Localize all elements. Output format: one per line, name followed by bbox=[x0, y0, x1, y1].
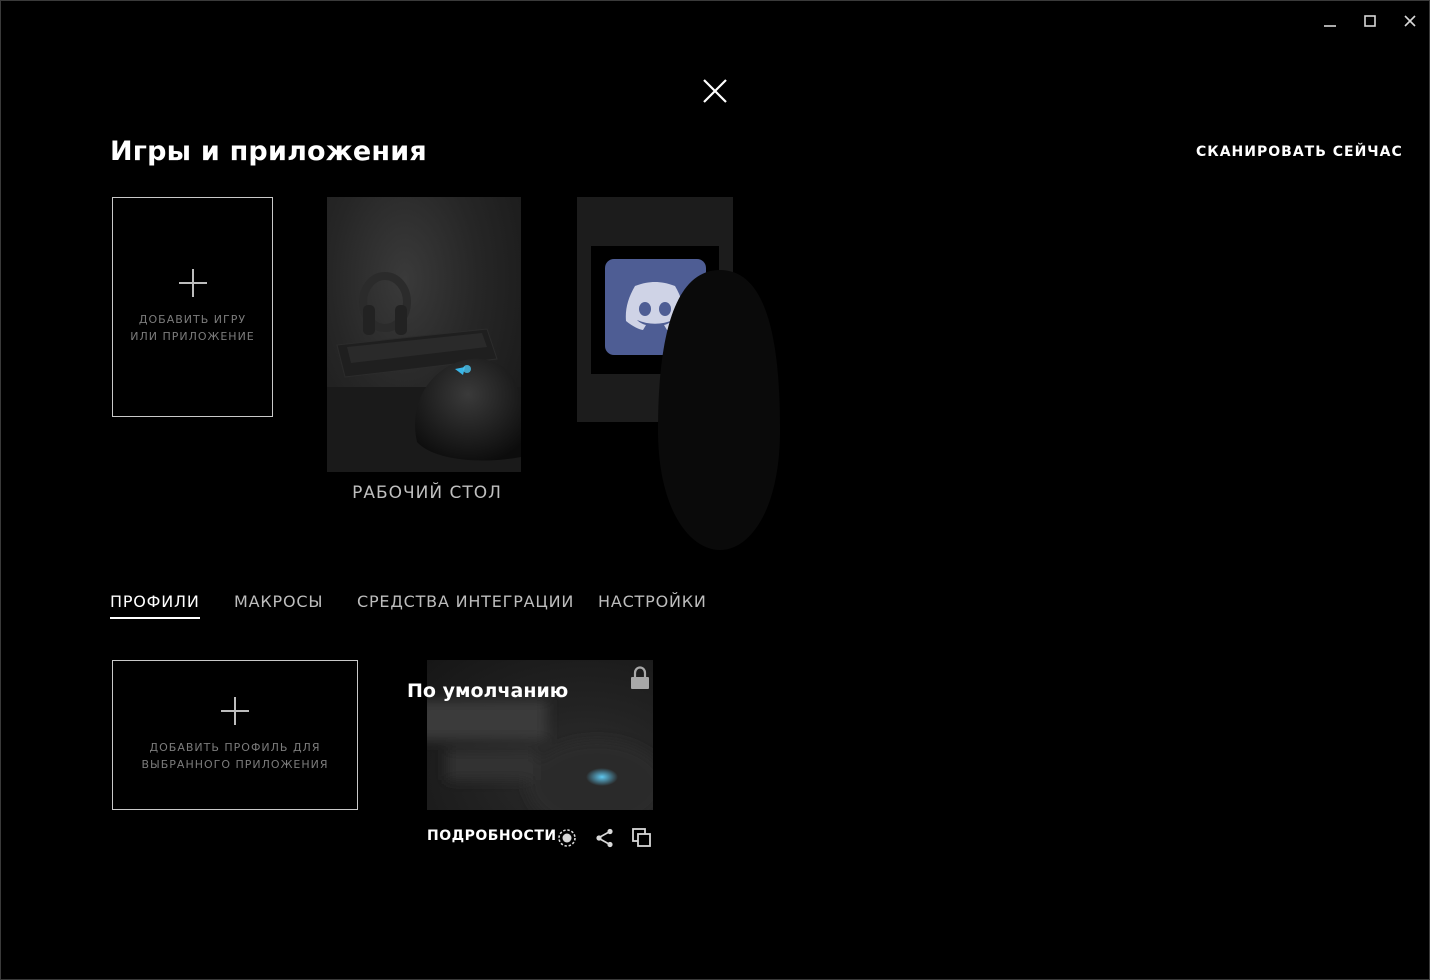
maximize-icon bbox=[1364, 15, 1376, 27]
minimize-icon bbox=[1324, 25, 1336, 27]
close-icon bbox=[1404, 15, 1416, 27]
add-profile-label: ДОБАВИТЬ ПРОФИЛЬ ДЛЯ ВЫБРАННОГО ПРИЛОЖЕН… bbox=[141, 741, 329, 771]
plus-icon bbox=[178, 269, 207, 297]
plus-icon bbox=[221, 697, 249, 725]
persistent-profile-icon[interactable] bbox=[556, 827, 578, 849]
share-icon[interactable] bbox=[594, 827, 616, 849]
page-title: Игры и приложения bbox=[110, 136, 427, 167]
duplicate-icon[interactable] bbox=[631, 827, 653, 849]
lock-icon bbox=[631, 666, 649, 689]
tab-macros[interactable]: МАКРОСЫ bbox=[234, 592, 323, 617]
add-app-label: ДОБАВИТЬ ИГРУ ИЛИ ПРИЛОЖЕНИЕ bbox=[130, 313, 255, 343]
tab-profiles[interactable]: ПРОФИЛИ bbox=[110, 592, 200, 619]
profile-title: По умолчанию bbox=[407, 680, 569, 702]
desktop-mouse-image bbox=[327, 272, 521, 472]
close-x-icon bbox=[703, 79, 727, 103]
tab-integrations[interactable]: СРЕДСТВА ИНТЕГРАЦИИ bbox=[357, 592, 574, 617]
app-tile-desktop[interactable] bbox=[327, 197, 521, 472]
window-close-button[interactable] bbox=[1395, 8, 1425, 34]
window-maximize-button[interactable] bbox=[1355, 8, 1385, 34]
app-tile-desktop-label: РАБОЧИЙ СТОЛ bbox=[352, 483, 502, 503]
background-mouse-watermark bbox=[658, 270, 780, 550]
add-profile-tile[interactable]: ДОБАВИТЬ ПРОФИЛЬ ДЛЯ ВЫБРАННОГО ПРИЛОЖЕН… bbox=[112, 660, 358, 810]
scan-now-button[interactable]: СКАНИРОВАТЬ СЕЙЧАС bbox=[1196, 144, 1403, 160]
window-minimize-button[interactable] bbox=[1315, 8, 1345, 34]
overlay-close-button[interactable] bbox=[698, 74, 732, 108]
add-app-tile[interactable]: ДОБАВИТЬ ИГРУ ИЛИ ПРИЛОЖЕНИЕ bbox=[112, 197, 273, 417]
profile-details-link[interactable]: ПОДРОБНОСТИ bbox=[427, 828, 557, 844]
tab-settings[interactable]: НАСТРОЙКИ bbox=[598, 592, 707, 617]
